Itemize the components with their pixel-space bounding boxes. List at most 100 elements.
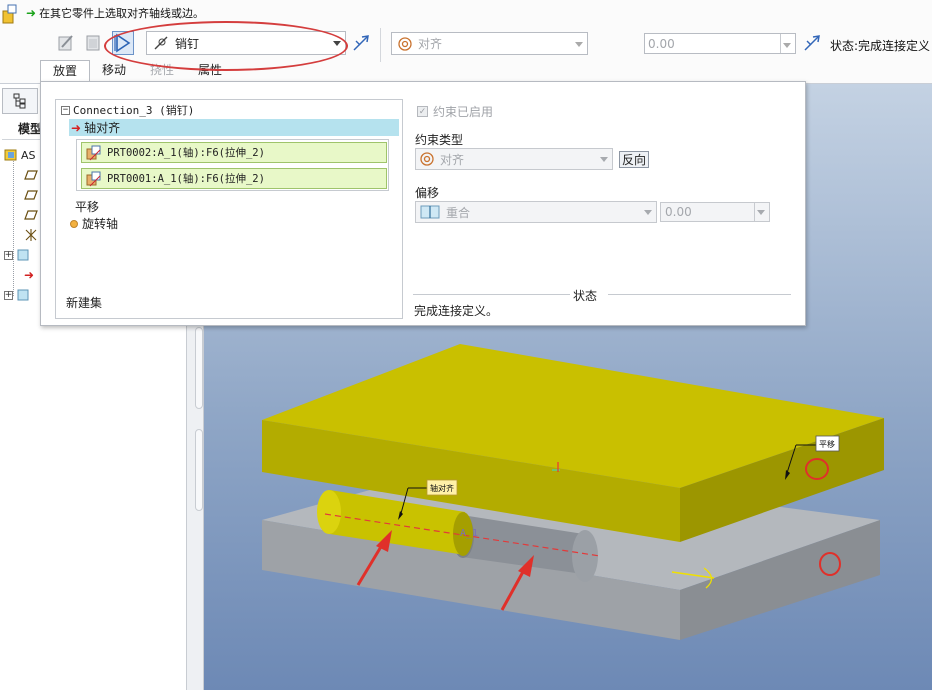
flip-arrow-icon	[353, 35, 369, 51]
constraint-enabled-label: 约束已启用	[433, 105, 494, 119]
offset-type-dropdown[interactable]: 重合	[415, 201, 657, 223]
rotation-axis-label: 旋转轴	[82, 217, 119, 231]
tab-placement[interactable]: 放置	[40, 60, 91, 82]
user-defined-set-button[interactable]	[55, 31, 77, 55]
new-set-button[interactable]: 新建集	[66, 294, 102, 311]
part-axis-icon	[86, 145, 101, 160]
tab-move[interactable]: 移动	[90, 60, 138, 82]
tree-structure-icon	[13, 93, 26, 109]
constraint-type-select[interactable]: 对齐	[391, 32, 588, 55]
pencil-sheet-icon	[58, 35, 73, 51]
message-text: 在其它零件上选取对齐轴线或边。	[39, 7, 205, 20]
svg-text:平移: 平移	[819, 439, 835, 449]
constraint-enabled-checkbox[interactable]: ✓ 约束已启用	[417, 103, 493, 120]
offset-value: 0.00	[665, 205, 692, 219]
sheet-icon	[86, 35, 100, 51]
expand-icon[interactable]: +	[4, 290, 13, 300]
message-arrow-icon: ➜	[26, 6, 37, 20]
tree-root-assembly[interactable]: AS	[4, 146, 36, 164]
toolbar-separator	[380, 28, 381, 62]
offset-value-field[interactable]: 0.00	[660, 202, 770, 222]
connection-set-name: Connection_3 (销钉)	[73, 104, 195, 117]
tree-item-part[interactable]: +	[4, 246, 33, 264]
message-line: ➜ 在其它零件上选取对齐轴线或边。	[26, 5, 204, 21]
svg-text:轴对齐: 轴对齐	[430, 483, 454, 493]
align-constraint-icon	[398, 36, 412, 51]
checkbox-checked-icon: ✓	[417, 106, 428, 117]
offset-label: 偏移	[415, 186, 440, 200]
flip-constraint-button[interactable]	[801, 31, 823, 55]
connection-status-text: 状态:完成连接定义	[830, 39, 931, 53]
connection-type-select[interactable]: 销钉	[146, 31, 346, 55]
constraint-references: PRT0002:A_1(轴):F6(拉伸_2) PRT0001:A_1(轴):F…	[76, 139, 389, 191]
reference-item[interactable]: PRT0001:A_1(轴):F6(拉伸_2)	[81, 168, 387, 189]
constraint-item-label: 轴对齐	[84, 121, 121, 135]
assembly-app-icon	[2, 4, 17, 24]
placement-sheet-button[interactable]	[82, 31, 104, 55]
chevron-down-icon	[644, 210, 652, 215]
dashboard-tabs: 放置 移动 挠性 属性	[40, 60, 234, 82]
expand-icon[interactable]: +	[4, 250, 13, 260]
constraint-type-value: 对齐	[418, 37, 443, 51]
pending-status-icon	[70, 219, 78, 228]
tree-item-datum-plane[interactable]	[24, 206, 41, 224]
offset-value: 0.00	[648, 36, 675, 51]
pin-icon	[154, 36, 168, 50]
chevron-down-icon	[783, 43, 791, 48]
tree-item-datum-plane[interactable]	[24, 166, 41, 184]
tree-item-datum-plane[interactable]	[24, 186, 41, 204]
status-group-label: 状态	[570, 287, 601, 304]
part-icon	[17, 249, 29, 261]
offset-value-input[interactable]: 0.00	[644, 33, 796, 54]
constraint-item-rotation-axis[interactable]: 旋转轴	[70, 215, 118, 232]
part-icon	[17, 289, 29, 301]
collapse-icon[interactable]: −	[61, 105, 70, 115]
assembly-icon	[4, 149, 17, 161]
model-tree-toggle-button[interactable]	[2, 88, 38, 114]
constraint-type-value: 对齐	[440, 152, 465, 167]
connection-set-list: − Connection_3 (销钉) ➜ 轴对齐 PRT0002:A_1(轴)…	[55, 99, 403, 319]
tree-item-insert-here[interactable]: ➜	[24, 266, 37, 284]
tree-root-label: AS	[21, 148, 36, 162]
tab-flexibility[interactable]: 挠性	[138, 60, 186, 82]
sash-grip[interactable]	[195, 327, 203, 409]
mechanism-connection-button[interactable]	[112, 31, 134, 55]
placement-panel: − Connection_3 (销钉) ➜ 轴对齐 PRT0002:A_1(轴)…	[40, 81, 806, 326]
insert-here-arrow-icon: ➜	[24, 268, 35, 282]
status-group: 状态	[413, 287, 791, 304]
flip-arrow-icon	[804, 35, 820, 51]
constraint-type-label: 约束类型	[415, 133, 464, 147]
offset-type-value: 重合	[446, 205, 471, 220]
constraint-type-dropdown[interactable]: 对齐	[415, 148, 613, 170]
constraint-item-axis-align[interactable]: ➜ 轴对齐	[69, 119, 399, 136]
datum-plane-icon	[24, 190, 38, 200]
active-constraint-arrow-icon: ➜	[71, 120, 82, 135]
connection-icon	[114, 33, 131, 53]
chevron-down-icon	[575, 42, 583, 47]
chevron-down-icon	[600, 157, 608, 162]
connection-type-value: 销钉	[175, 36, 200, 51]
tree-item-part[interactable]: +	[4, 286, 33, 304]
tree-item-coordinate-system[interactable]	[24, 226, 41, 244]
coordinate-system-icon	[25, 229, 37, 241]
part-axis-icon	[86, 171, 101, 186]
constraint-item-translation[interactable]: 平移	[75, 198, 99, 215]
datum-plane-icon	[24, 170, 38, 180]
datum-plane-icon	[24, 210, 38, 220]
chevron-down-icon	[333, 41, 341, 46]
coincident-icon	[420, 205, 440, 219]
model-tree-title: 模型	[18, 122, 43, 136]
align-constraint-icon	[420, 152, 434, 166]
sash-grip[interactable]	[195, 429, 203, 511]
flip-button[interactable]: 反向	[619, 151, 649, 168]
tab-properties[interactable]: 属性	[186, 60, 234, 82]
dashboard: ➜ 在其它零件上选取对齐轴线或边。 销钉 对齐 0.00 状态:完成连接定义 放…	[0, 0, 932, 84]
reference-item[interactable]: PRT0002:A_1(轴):F6(拉伸_2)	[81, 142, 387, 163]
connection-set-header[interactable]: − Connection_3 (销钉)	[61, 102, 194, 118]
reference-label: PRT0001:A_1(轴):F6(拉伸_2)	[107, 173, 265, 185]
flip-connection-button[interactable]	[350, 31, 372, 55]
status-message: 完成连接定义。	[414, 304, 499, 318]
axis-label: A_1	[460, 528, 478, 539]
chevron-down-icon	[757, 210, 765, 215]
reference-label: PRT0002:A_1(轴):F6(拉伸_2)	[107, 147, 265, 159]
